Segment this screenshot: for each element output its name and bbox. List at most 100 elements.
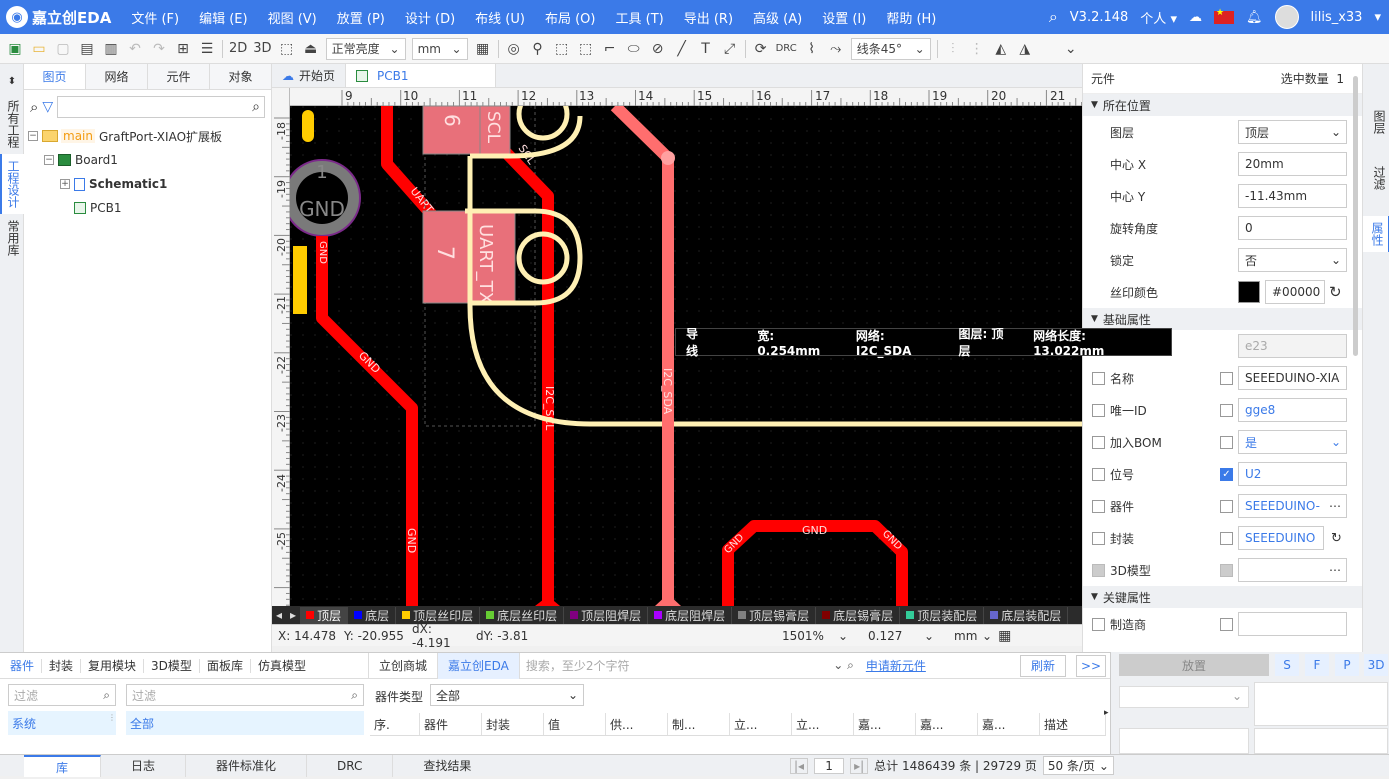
designator-checkbox[interactable] — [1092, 467, 1105, 481]
center-x-input[interactable]: 20mm — [1238, 152, 1347, 176]
search-icon[interactable]: ⌕ — [1049, 7, 1058, 27]
more-icon[interactable]: ⋯ — [1329, 499, 1341, 513]
type-select[interactable]: 全部 ⌄ — [430, 684, 584, 706]
3d-model-input[interactable]: ⋯ — [1238, 558, 1347, 582]
filter-icon[interactable]: ▽ — [42, 99, 53, 115]
tree-pcb[interactable]: PCB1 — [28, 196, 271, 220]
tab-nets[interactable]: 网络 — [86, 64, 148, 89]
distribute-icon[interactable]: ⋮ — [968, 40, 986, 58]
designator-visible-checkbox[interactable]: ✓ — [1220, 467, 1233, 481]
mode-dropdown[interactable]: 个人 ▾ — [1140, 8, 1177, 27]
tree-project[interactable]: − main GraftPort-XIAO扩展板 — [28, 124, 271, 148]
vtab-project-design[interactable]: 工程设计 — [0, 154, 24, 214]
align-icon[interactable]: ⫶ — [944, 40, 962, 58]
tab-standardization[interactable]: 器件标准化 — [186, 754, 308, 777]
menu-edit[interactable]: 编辑 (E) — [189, 8, 258, 27]
last-page-icon[interactable]: ▸| — [850, 757, 869, 774]
footprint-visible-checkbox[interactable] — [1220, 531, 1233, 545]
name-checkbox[interactable] — [1092, 371, 1105, 385]
cloud-icon[interactable]: ☁ — [1189, 10, 1202, 25]
manufacturer-visible-checkbox[interactable] — [1220, 617, 1233, 631]
col-supplier[interactable]: 供... — [606, 713, 668, 735]
layer-bottom-assembly[interactable]: 底层装配层 — [984, 606, 1069, 624]
place-button[interactable]: 放置 — [1119, 654, 1269, 676]
source-lcsc[interactable]: 立创商城 — [368, 652, 439, 679]
menu-view[interactable]: 视图 (V) — [258, 8, 327, 27]
uid-visible-checkbox[interactable] — [1220, 403, 1233, 417]
search-icon[interactable]: ⌕ — [847, 658, 854, 672]
ellipse-icon[interactable]: ⬭ — [625, 40, 643, 58]
dashed-select-icon[interactable]: ⬚ — [577, 40, 595, 58]
pin-icon[interactable]: ⚲ — [529, 40, 547, 58]
silk-color-swatch[interactable] — [1238, 281, 1260, 303]
tab-drc[interactable]: DRC — [307, 754, 394, 777]
menu-layout[interactable]: 布局 (O) — [535, 8, 606, 27]
tab-pcb1[interactable]: PCB1 — [346, 64, 497, 87]
library-search-input[interactable]: 搜索，至少2个字符 ⌄ ⌕ — [520, 655, 860, 677]
flip-horizontal-icon[interactable]: ◭ — [992, 40, 1010, 58]
tab-components[interactable]: 元件 — [148, 64, 210, 89]
collapse-icon[interactable]: − — [44, 155, 54, 165]
route-single-icon[interactable]: ⌇ — [803, 40, 821, 58]
footprint-checkbox[interactable] — [1092, 531, 1105, 545]
tab-panel-library[interactable]: 面板库 — [200, 658, 251, 673]
open-folder-icon[interactable]: ▭ — [30, 40, 48, 58]
scroll-left-icon[interactable]: ◂ — [272, 608, 286, 622]
apply-new-component-link[interactable]: 申请新元件 — [866, 657, 926, 674]
pin-icon[interactable]: ⬍ — [0, 64, 24, 94]
category-scroll[interactable]: ⋮ — [108, 713, 116, 733]
dimension-icon[interactable]: ⤢ — [721, 40, 739, 58]
col-value[interactable]: 值 — [544, 713, 606, 735]
manufacturer-checkbox[interactable] — [1092, 617, 1105, 631]
center-y-input[interactable]: -11.43mm — [1238, 184, 1347, 208]
menu-help[interactable]: 帮助 (H) — [876, 8, 946, 27]
designator-input[interactable]: U2 — [1238, 462, 1347, 486]
uid-input[interactable]: gge8 — [1238, 398, 1347, 422]
tab-reuse-modules[interactable]: 复用模块 — [81, 658, 145, 673]
layer-view-icon[interactable]: ⏏ — [302, 40, 320, 58]
zoom-area-icon[interactable]: ⬚ — [278, 40, 296, 58]
refresh-button[interactable]: 刷新 — [1020, 654, 1066, 677]
preview-select[interactable]: ⌄ — [1119, 686, 1249, 708]
col-lcsc-1[interactable]: 立... — [730, 713, 792, 735]
tab-find-results[interactable]: 查找结果 — [393, 755, 501, 777]
preview-p-button[interactable]: P — [1335, 654, 1359, 676]
reset-icon[interactable]: ↻ — [1329, 283, 1342, 301]
vtab-properties[interactable]: 属性 — [1363, 216, 1389, 252]
more-icon[interactable]: ⋯ — [1329, 563, 1341, 577]
expand-icon[interactable]: + — [60, 179, 70, 189]
grid-size[interactable]: 0.127 — [868, 629, 918, 643]
col-jlc-3[interactable]: 嘉... — [978, 713, 1040, 735]
layer-bottom[interactable]: 底层 — [348, 606, 397, 624]
flip-vertical-icon[interactable]: ◮ — [1016, 40, 1034, 58]
col-index[interactable]: 序. — [370, 713, 420, 735]
properties-scrollbar[interactable] — [1353, 76, 1358, 356]
tab-pages[interactable]: 图页 — [24, 64, 86, 89]
subcategory-filter-input[interactable]: 过滤 ⌕ — [126, 684, 364, 706]
menu-advanced[interactable]: 高级 (A) — [743, 8, 812, 27]
bom-checkbox[interactable] — [1092, 435, 1105, 449]
col-jlc-1[interactable]: 嘉... — [854, 713, 916, 735]
tab-library[interactable]: 库 — [24, 754, 102, 777]
save-icon[interactable]: ▢ — [54, 40, 72, 58]
chevron-down-icon[interactable]: ⌄ — [924, 629, 948, 643]
chevron-down-icon[interactable]: ⌄ — [982, 629, 992, 643]
refresh-icon[interactable]: ↻ — [1331, 531, 1342, 546]
category-filter-input[interactable]: 过滤 ⌕ — [8, 684, 116, 706]
layer-top[interactable]: 顶层 — [300, 606, 349, 624]
view-2d-button[interactable]: 2D — [229, 41, 247, 56]
grid-view-icon[interactable]: ⊞ — [174, 40, 192, 58]
rect-select-icon[interactable]: ⬚ — [553, 40, 571, 58]
avatar[interactable] — [1274, 5, 1299, 29]
collapse-panel-icon[interactable]: ▸ — [1104, 708, 1109, 718]
col-description[interactable]: 描述 — [1040, 713, 1106, 735]
list-icon[interactable]: ☰ — [198, 40, 216, 58]
vtab-filter[interactable]: 过滤 — [1363, 160, 1389, 196]
name-input[interactable]: SEEEDUINO-XIA — [1238, 366, 1347, 390]
tab-3d-models[interactable]: 3D模型 — [144, 658, 200, 673]
manufacturer-input[interactable] — [1238, 612, 1347, 636]
tree-board[interactable]: − Board1 — [28, 148, 271, 172]
source-jlceda[interactable]: 嘉立创EDA — [438, 652, 520, 679]
coord-unit[interactable]: mm — [954, 629, 977, 643]
save-all-icon[interactable]: ▤ — [78, 40, 96, 58]
